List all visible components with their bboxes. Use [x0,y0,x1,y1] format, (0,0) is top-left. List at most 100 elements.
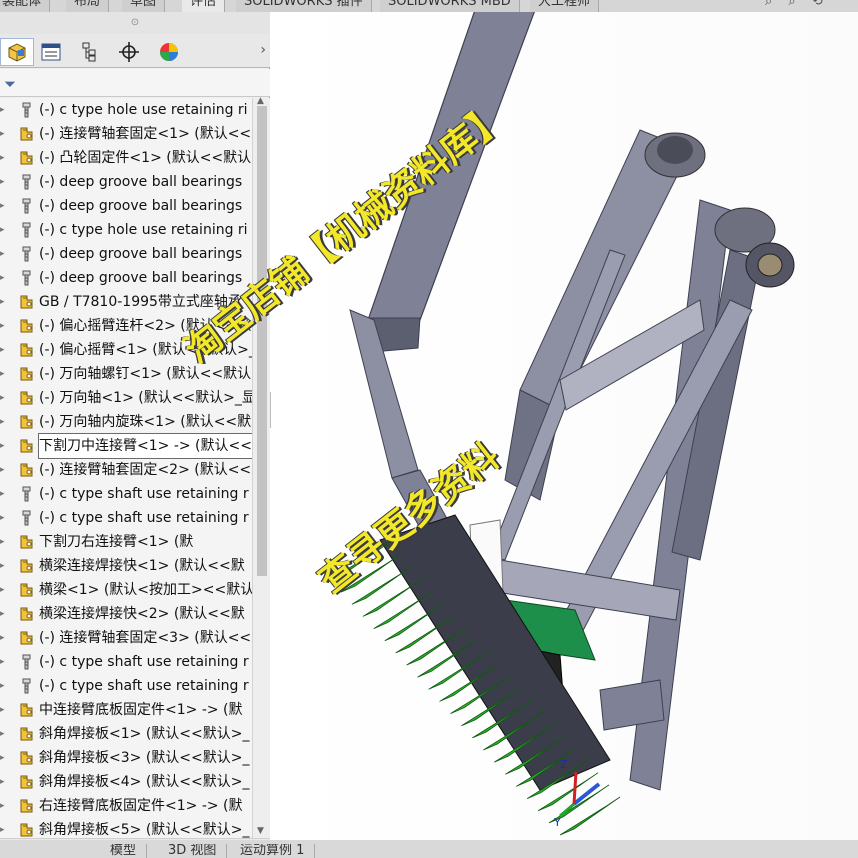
expand-arrow-icon[interactable]: ▸ [0,122,10,146]
expand-arrow-icon[interactable]: ▸ [0,650,10,674]
expand-arrow-icon[interactable]: ▸ [0,218,10,242]
tree-item[interactable]: ▸ 中连接臂底板固定件<1> -> (默 [0,698,252,722]
command-tab[interactable]: 草图 [122,0,166,12]
expand-arrow-icon[interactable]: ▸ [0,338,10,362]
filter-icon[interactable]: ⏷ [4,75,16,93]
expand-arrow-icon[interactable]: ▸ [0,146,10,170]
expand-arrow-icon[interactable]: ▸ [0,818,10,838]
expand-arrow-icon[interactable]: ▸ [0,530,10,554]
bottom-tab[interactable]: 运动算例 1 [230,844,316,858]
tree-item[interactable]: ▸ 横梁连接焊接快<1> (默认<<默 [0,554,252,578]
tree-item-label: (-) c type shaft use retaining r [39,510,249,526]
tree-item[interactable]: ▸ (-) 连接臂轴套固定<1> (默认<< [0,122,252,146]
tree-item[interactable]: ▸ 横梁<1> (默认<按加工><<默认 [0,578,252,602]
display-manager-tab-icon[interactable] [152,38,186,66]
tree-item[interactable]: ▸ 下割刀右连接臂<1> (默 [0,530,252,554]
tree-vertical-scrollbar[interactable]: ▲ ▼ [252,96,270,838]
expand-arrow-icon[interactable]: ▸ [0,794,10,818]
expand-arrow-icon[interactable]: ▸ [0,674,10,698]
expand-arrow-icon[interactable]: ▸ [0,290,10,314]
expand-arrow-icon[interactable]: ▸ [0,554,10,578]
tree-item[interactable]: ▸ (-) deep groove ball bearings [0,242,252,266]
tree-item[interactable]: ▸ (-) 凸轮固定件<1> (默认<<默认 [0,146,252,170]
command-tab[interactable]: 评估 [182,0,226,12]
expand-arrow-icon[interactable]: ▸ [0,506,10,530]
tree-item-label: (-) 万向轴<1> (默认<<默认>_显 [39,390,252,406]
expand-arrow-icon[interactable]: ▸ [0,362,10,386]
tree-item[interactable]: ▸ 斜角焊接板<4> (默认<<默认>_ [0,770,252,794]
tree-filter-bar[interactable]: ⏷ [0,69,270,97]
tree-item[interactable]: ▸ (-) c type shaft use retaining r [0,506,252,530]
tree-item-label: 斜角焊接板<3> (默认<<默认>_ [39,750,250,766]
tree-item[interactable]: ▸ (-) deep groove ball bearings [0,266,252,290]
part-icon [18,798,35,814]
tree-item[interactable]: ▸ 右连接臂底板固定件<1> -> (默 [0,794,252,818]
tree-item[interactable]: ▸ 横梁连接焊接快<2> (默认<<默 [0,602,252,626]
scroll-thumb[interactable] [257,106,267,576]
expand-arrow-icon[interactable]: ▸ [0,242,10,266]
tree-item[interactable]: ▸ (-) c type hole use retaining ri [0,218,252,242]
expand-arrow-icon[interactable]: ▸ [0,722,10,746]
expand-arrow-icon[interactable]: ▸ [0,410,10,434]
scroll-up-icon[interactable]: ▲ [257,96,264,106]
scroll-down-icon[interactable]: ▼ [257,826,264,836]
fastener-icon [18,174,35,190]
feature-manager-tab-icon[interactable] [0,38,34,66]
tabs-scroll-right-icon[interactable]: › [260,42,266,58]
tree-item[interactable]: ▸ 斜角焊接板<3> (默认<<默认>_ [0,746,252,770]
tree-item[interactable]: ▸ 斜角焊接板<1> (默认<<默认>_ [0,722,252,746]
cutter-tooth [362,578,424,617]
expand-arrow-icon[interactable]: ▸ [0,458,10,482]
command-tab[interactable]: 大工程师 [530,0,600,12]
dimxpert-manager-tab-icon[interactable] [112,38,146,66]
part-icon [18,390,35,406]
expand-arrow-icon[interactable]: ▸ [0,266,10,290]
property-manager-tab-icon[interactable] [34,38,68,66]
tree-item-label: 右连接臂底板固定件<1> -> (默 [39,798,243,814]
expand-arrow-icon[interactable]: ▸ [0,746,10,770]
tree-item[interactable]: ▸ (-) c type shaft use retaining r [0,674,252,698]
command-tab[interactable]: SOLIDWORKS MBD [380,0,520,12]
tree-item-label: (-) c type shaft use retaining r [39,654,249,670]
tree-item-label: 下割刀中连接臂<1> -> (默认<< [38,433,252,459]
expand-arrow-icon[interactable]: ▸ [0,626,10,650]
part-icon [18,318,35,334]
tree-item[interactable]: ▸ (-) deep groove ball bearings [0,194,252,218]
command-tab[interactable]: 装配体 [0,0,51,12]
expand-arrow-icon[interactable]: ▸ [0,386,10,410]
bottom-tab[interactable]: 3D 视图 [158,844,228,858]
tree-item[interactable]: ▸ (-) deep groove ball bearings [0,170,252,194]
tree-item[interactable]: ▸ (-) 连接臂轴套固定<3> (默认<< [0,626,252,650]
bottom-tab[interactable]: 模型 [100,844,148,858]
tree-item[interactable]: ▸ 斜角焊接板<5> (默认<<默认>_ [0,818,252,838]
part-icon [18,534,35,550]
tree-item-label: (-) deep groove ball bearings [39,174,243,190]
tree-item[interactable]: ▸ 下割刀中连接臂<1> -> (默认<< [0,433,252,459]
graphics-viewport[interactable]: Z Y [271,12,858,840]
expand-arrow-icon[interactable]: ▸ [0,602,10,626]
expand-arrow-icon[interactable]: ▸ [0,314,10,338]
command-tab[interactable]: 布局 [66,0,110,12]
expand-arrow-icon[interactable]: ▸ [0,98,10,122]
expand-arrow-icon[interactable]: ▸ [0,482,10,506]
expand-arrow-icon[interactable]: ▸ [0,578,10,602]
expand-arrow-icon[interactable]: ▸ [0,770,10,794]
fastener-icon [18,270,35,286]
tree-item[interactable]: ▸ (-) 万向轴螺钉<1> (默认<<默认 [0,362,252,386]
expand-arrow-icon[interactable]: ▸ [0,434,10,458]
expand-arrow-icon[interactable]: ▸ [0,698,10,722]
expand-arrow-icon[interactable]: ▸ [0,170,10,194]
tree-item[interactable]: ▸ (-) 万向轴内旋珠<1> (默认<<默 [0,410,252,434]
tree-item[interactable]: ▸ (-) 连接臂轴套固定<2> (默认<< [0,458,252,482]
view-toolbar-icons[interactable]: ⌕ ⌕ ⟲ [765,0,829,9]
tree-item[interactable]: ▸ (-) c type shaft use retaining r [0,650,252,674]
configuration-manager-tab-icon[interactable] [72,38,106,66]
tree-item[interactable]: ▸ (-) c type hole use retaining ri [0,98,252,122]
expand-arrow-icon[interactable]: ▸ [0,194,10,218]
part-icon [18,582,35,598]
part-icon [18,366,35,382]
tree-item[interactable]: ▸ (-) 万向轴<1> (默认<<默认>_显 [0,386,252,410]
tree-item[interactable]: ▸ (-) c type shaft use retaining r [0,482,252,506]
command-tab[interactable]: SOLIDWORKS 插件 [236,0,372,12]
panel-grip-icon[interactable]: ⊙ [0,12,270,34]
